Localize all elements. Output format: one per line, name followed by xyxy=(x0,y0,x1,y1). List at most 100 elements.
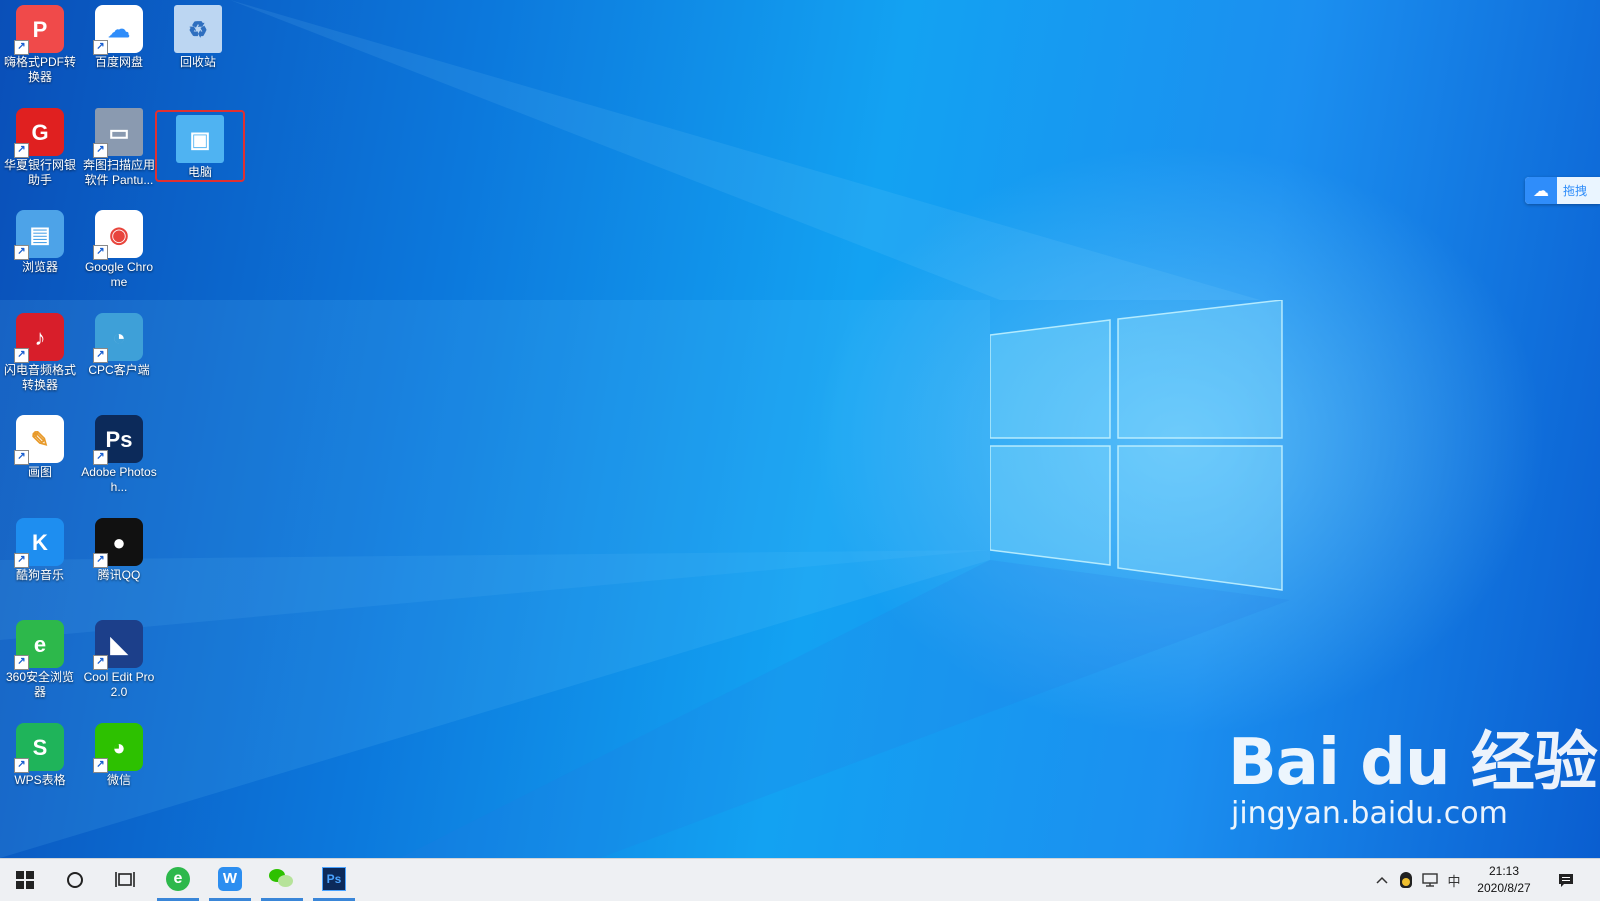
desktop-icon-wechat[interactable]: ◕ ↗ 微信 xyxy=(79,718,159,810)
shortcut-arrow-icon: ↗ xyxy=(93,655,108,670)
desktop-icon-cool-edit[interactable]: ◣ ↗ Cool Edit Pro 2.0 xyxy=(79,615,159,707)
browser-360-icon: e xyxy=(166,866,190,891)
desktop: P ↗ 嗨格式PDF转换器 ☁ ↗ 百度网盘 ♻ 回收站 G ↗ 华夏银行网银助手 ▭ ↗ 奔图扫描应用软… xyxy=(0,0,1600,858)
taskbar-app-photoshop[interactable]: Ps xyxy=(313,859,355,901)
taskbar: e W Ps 中 21:13 2020/8/27 xyxy=(0,858,1600,901)
desktop-icon-label: 腾讯QQ xyxy=(97,568,141,582)
desktop-icon-wps-sheet[interactable]: S ↗ WPS表格 xyxy=(0,718,80,810)
cortana-circle-icon xyxy=(67,872,83,888)
desktop-icon-label: 浏览器 xyxy=(21,260,58,274)
paint-icon: ✎ ↗ xyxy=(14,415,64,465)
desktop-icon-label: 电脑 xyxy=(187,165,212,179)
photoshop-icon: Ps ↗ xyxy=(93,415,143,465)
desktop-icon-label: 华夏银行网银助手 xyxy=(3,158,76,187)
wechat-icon: ◕ ↗ xyxy=(93,723,143,773)
taskbar-app-360-browser[interactable]: e xyxy=(157,859,199,901)
desktop-icon-this-pc[interactable]: ▣ 电脑 xyxy=(155,110,245,182)
ime-indicator[interactable]: 中 xyxy=(1444,870,1464,890)
windows-logo-wallpaper xyxy=(990,300,1283,591)
desktop-icon-recycle-bin[interactable]: ♻ 回收站 xyxy=(158,0,238,92)
shortcut-arrow-icon: ↗ xyxy=(14,553,29,568)
qq-tray-icon[interactable] xyxy=(1396,870,1416,890)
desktop-icon-pdf-converter[interactable]: P ↗ 嗨格式PDF转换器 xyxy=(0,0,80,92)
desktop-icon-label: 回收站 xyxy=(179,55,216,69)
desktop-icon-label: 嗨格式PDF转换器 xyxy=(3,55,76,84)
scanner-icon: ▭ ↗ xyxy=(93,108,143,158)
desktop-icon-label: 酷狗音乐 xyxy=(15,568,64,582)
cloud-icon: ☁ xyxy=(1525,177,1557,204)
show-hidden-icons-chevron-up-icon[interactable] xyxy=(1372,870,1392,890)
desktop-icon-label: Adobe Photosh... xyxy=(81,465,157,494)
kugou-icon: K ↗ xyxy=(14,518,64,568)
watermark-site: jingyan.baidu.com xyxy=(1231,796,1508,831)
task-view-button[interactable] xyxy=(102,859,148,901)
shortcut-arrow-icon: ↗ xyxy=(14,245,29,260)
desktop-icon-label: 360安全浏览器 xyxy=(5,670,75,699)
windows-start-icon xyxy=(16,871,34,889)
baidu-netdisk-icon: ☁ ↗ xyxy=(93,5,143,55)
desktop-icon-label: 微信 xyxy=(106,773,131,787)
desktop-icon-photoshop[interactable]: Ps ↗ Adobe Photosh... xyxy=(79,410,159,502)
desktop-icon-label: Cool Edit Pro 2.0 xyxy=(83,670,155,699)
chrome-icon: ◉ ↗ xyxy=(93,210,143,260)
cool-edit-icon: ◣ ↗ xyxy=(93,620,143,670)
action-center-notification-icon[interactable] xyxy=(1556,870,1576,890)
desktop-icon-label: CPC客户端 xyxy=(88,363,150,377)
desktop-icon-label: 百度网盘 xyxy=(94,55,143,69)
search-button[interactable] xyxy=(52,859,98,901)
watermark-brand: Bai du 经验 xyxy=(1228,726,1598,800)
wechat-icon xyxy=(269,868,295,889)
desktop-icon-audio-converter[interactable]: ♪ ↗ 闪电音频格式转换器 xyxy=(0,308,80,400)
desktop-icon-kugou[interactable]: K ↗ 酷狗音乐 xyxy=(0,513,80,605)
network-icon[interactable] xyxy=(1420,870,1440,890)
start-button[interactable] xyxy=(2,859,48,901)
wps-sheet-icon: S ↗ xyxy=(14,723,64,773)
taskbar-app-wps[interactable]: W xyxy=(209,859,251,901)
shortcut-arrow-icon: ↗ xyxy=(14,655,29,670)
desktop-icon-paint[interactable]: ✎ ↗ 画图 xyxy=(0,410,80,502)
browser-icon: ▤ ↗ xyxy=(14,210,64,260)
desktop-icon-qq[interactable]: ● ↗ 腾讯QQ xyxy=(79,513,159,605)
shortcut-arrow-icon: ↗ xyxy=(93,450,108,465)
desktop-icon-label: 奔图扫描应用软件 Pantu... xyxy=(82,158,155,187)
clock-time: 21:13 xyxy=(1488,864,1520,878)
desktop-icon-scanner[interactable]: ▭ ↗ 奔图扫描应用软件 Pantu... xyxy=(79,103,159,195)
desktop-icon-chrome[interactable]: ◉ ↗ Google Chrome xyxy=(79,205,159,297)
desktop-icon-label: Google Chrome xyxy=(84,260,154,289)
clock-date: 2020/8/27 xyxy=(1477,881,1531,895)
hxb-bank-icon: G ↗ xyxy=(14,108,64,158)
pdf-converter-icon: P ↗ xyxy=(14,5,64,55)
shortcut-arrow-icon: ↗ xyxy=(93,40,108,55)
shortcut-arrow-icon: ↗ xyxy=(93,245,108,260)
desktop-icon-baidu-netdisk[interactable]: ☁ ↗ 百度网盘 xyxy=(79,0,159,92)
shortcut-arrow-icon: ↗ xyxy=(93,143,108,158)
cpc-client-icon: ◔ ↗ xyxy=(93,313,143,363)
wps-icon: W xyxy=(218,866,242,891)
browser-360-icon: e ↗ xyxy=(14,620,64,670)
taskbar-app-wechat[interactable] xyxy=(261,859,303,901)
shortcut-arrow-icon: ↗ xyxy=(14,758,29,773)
shortcut-arrow-icon: ↗ xyxy=(14,348,29,363)
desktop-icon-label: 画图 xyxy=(27,465,52,479)
desktop-icon-browser[interactable]: ▤ ↗ 浏览器 xyxy=(0,205,80,297)
shortcut-arrow-icon: ↗ xyxy=(93,758,108,773)
baidu-jingyan-watermark: Bai du 经验 jingyan.baidu.com xyxy=(1228,726,1598,831)
desktop-icon-cpc-client[interactable]: ◔ ↗ CPC客户端 xyxy=(79,308,159,400)
shortcut-arrow-icon: ↗ xyxy=(93,348,108,363)
desktop-icon-browser-360[interactable]: e ↗ 360安全浏览器 xyxy=(0,615,80,707)
desktop-icon-label: WPS表格 xyxy=(14,773,66,787)
audio-converter-icon: ♪ ↗ xyxy=(14,313,64,363)
desktop-icon-hxb-bank[interactable]: G ↗ 华夏银行网银助手 xyxy=(0,103,80,195)
this-pc-icon: ▣ xyxy=(176,115,224,163)
desktop-icon-label: 闪电音频格式转换器 xyxy=(3,363,76,392)
baidu-float-label: 拖拽 xyxy=(1563,184,1588,198)
photoshop-icon: Ps xyxy=(322,866,346,891)
shortcut-arrow-icon: ↗ xyxy=(93,553,108,568)
clock[interactable]: 21:13 2020/8/27 xyxy=(1468,863,1540,897)
shortcut-arrow-icon: ↗ xyxy=(14,40,29,55)
qq-icon: ● ↗ xyxy=(93,518,143,568)
shortcut-arrow-icon: ↗ xyxy=(14,450,29,465)
recycle-bin-icon: ♻ xyxy=(174,5,222,53)
baidu-netdisk-float-button[interactable]: ☁ 拖拽 xyxy=(1525,177,1600,204)
shortcut-arrow-icon: ↗ xyxy=(14,143,29,158)
